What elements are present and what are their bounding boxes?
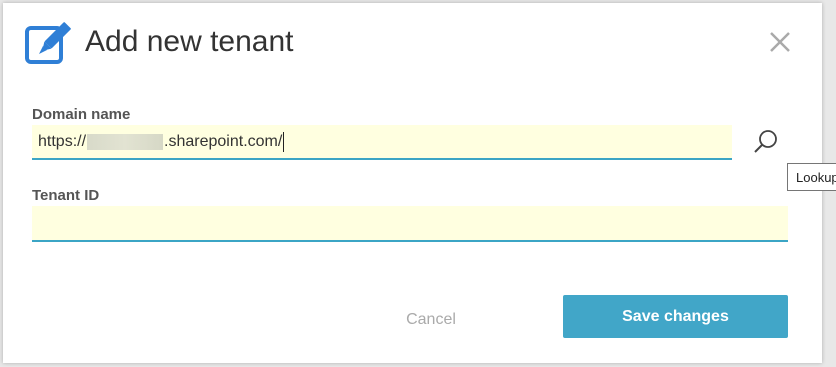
domain-value-prefix: https:// [38, 132, 87, 150]
domain-name-input[interactable]: https:// .sharepoint.com/ [32, 125, 732, 160]
lookup-tooltip: Lookup [787, 163, 836, 191]
domain-name-label: Domain name [32, 106, 131, 123]
redacted-tenant-name [87, 133, 164, 150]
dialog-title: Add new tenant [85, 25, 294, 58]
save-changes-button[interactable]: Save changes [563, 295, 788, 338]
tenant-id-label: Tenant ID [32, 187, 100, 204]
cancel-button[interactable]: Cancel [363, 299, 499, 341]
close-icon[interactable] [768, 30, 792, 54]
search-icon[interactable] [751, 127, 781, 157]
text-cursor [283, 131, 285, 152]
edit-icon [25, 22, 71, 68]
tenant-id-input[interactable] [32, 206, 788, 242]
add-tenant-dialog: Add new tenant Domain name https:// .sha… [3, 3, 836, 363]
domain-value-suffix: .sharepoint.com/ [164, 132, 283, 150]
